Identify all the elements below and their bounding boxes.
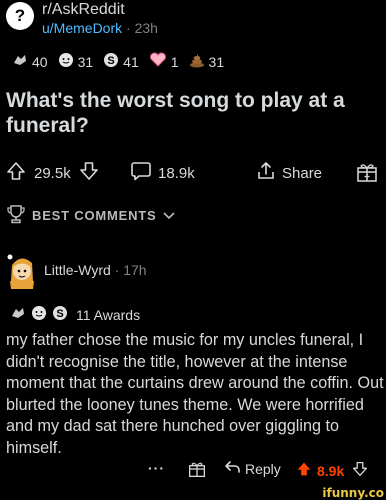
ifunny-watermark: ifunny.co [322, 486, 384, 500]
reply-button[interactable]: Reply [224, 460, 281, 477]
upvote-icon[interactable] [6, 161, 32, 185]
comment-age: 17h [123, 262, 147, 278]
downvote-icon[interactable] [79, 161, 105, 185]
comment-vote-control: 8.9k [296, 460, 368, 481]
reply-arrow-icon [224, 460, 240, 477]
gift-icon [356, 161, 384, 187]
subreddit-icon[interactable]: ? [6, 2, 34, 30]
award-silver: 40 [12, 53, 48, 71]
give-award-button[interactable] [356, 161, 384, 187]
award-wholesome: 31 [58, 52, 93, 72]
sort-label: BEST COMMENTS [32, 208, 157, 223]
award-s: S 41 [103, 52, 139, 72]
heart-award-icon [149, 52, 167, 72]
comment-bubble-icon [130, 161, 158, 185]
comment-separator: · [114, 262, 120, 278]
comment-count: 18.9k [158, 164, 195, 182]
share-label: Share [282, 164, 323, 182]
poop-award-icon [189, 52, 205, 72]
chevron-down-icon [162, 208, 181, 223]
comment-sort-selector[interactable]: BEST COMMENTS [6, 203, 181, 228]
post-author[interactable]: u/MemeDork [42, 20, 122, 36]
meta-separator: · [126, 20, 131, 36]
vote-control: 29.5k [6, 161, 105, 185]
s-award-icon: S [52, 305, 68, 324]
post-age: 23h [134, 20, 158, 36]
trophy-icon [6, 203, 32, 228]
awards-count-label: 11 Awards [76, 306, 141, 323]
comment-action-bar: ··· Reply 8.9k [0, 455, 386, 485]
downvote-icon[interactable] [352, 460, 368, 481]
subreddit-name[interactable]: r/AskReddit [42, 1, 125, 19]
silver-award-icon [12, 53, 28, 71]
silver-award-icon [10, 306, 26, 323]
post-title: What's the worst song to play at a funer… [6, 89, 345, 137]
wholesome-award-icon [31, 305, 47, 324]
s-award-icon: S [103, 52, 119, 72]
comment-score: 8.9k [317, 462, 345, 479]
share-icon [256, 161, 282, 185]
comment-body: my father chose the music for my uncles … [6, 331, 384, 457]
wholesome-award-icon [58, 52, 74, 72]
post-score: 29.5k [34, 164, 71, 182]
reply-label: Reply [245, 460, 281, 477]
post-action-bar: 29.5k 18.9k Share [0, 155, 386, 189]
comment-author[interactable]: Little-Wyrd [44, 262, 111, 278]
share-button[interactable]: Share [256, 161, 322, 185]
comments-button[interactable]: 18.9k [130, 161, 195, 185]
post-meta: u/MemeDork · 23h [42, 20, 158, 36]
post-awards[interactable]: 40 31 S 41 1 31 [12, 52, 234, 72]
more-options-icon: ··· [148, 460, 165, 476]
svg-text:S: S [56, 308, 63, 320]
comment-awards[interactable]: S 11 Awards [10, 305, 140, 324]
more-options-button[interactable]: ··· [148, 460, 165, 476]
gift-icon [188, 460, 206, 481]
commenter-avatar[interactable] [4, 251, 38, 289]
comment-meta: Little-Wyrd · 17h [44, 262, 147, 278]
award-poop: 31 [189, 52, 224, 72]
award-comment-button[interactable] [188, 460, 206, 481]
award-heart: 1 [149, 52, 179, 72]
upvote-icon[interactable] [296, 460, 312, 481]
svg-text:S: S [107, 55, 114, 67]
